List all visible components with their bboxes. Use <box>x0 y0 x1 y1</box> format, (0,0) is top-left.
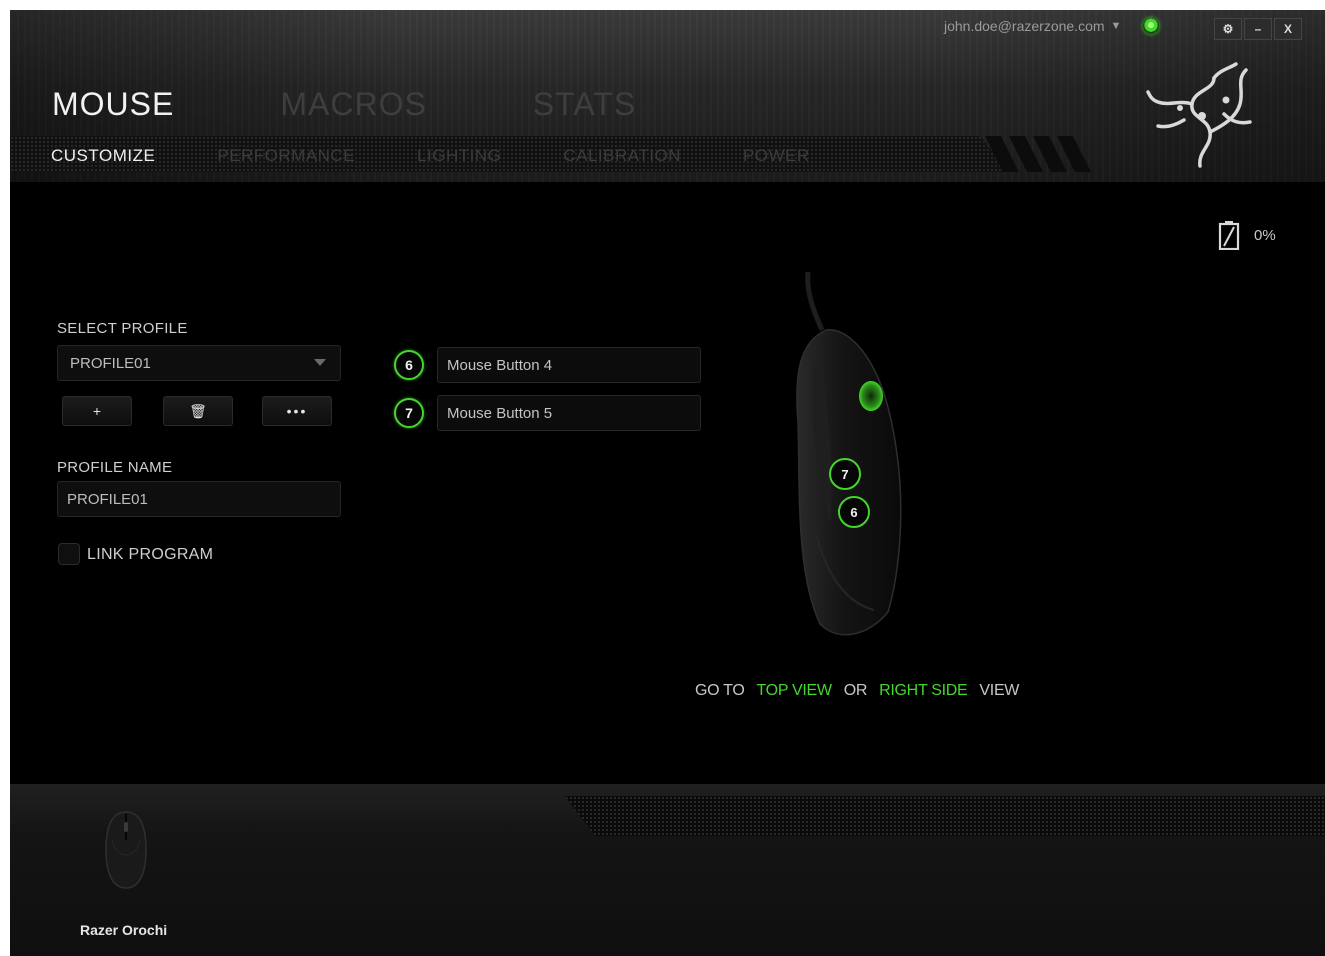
tab-lighting[interactable]: LIGHTING <box>417 146 501 166</box>
sub-tabs: CUSTOMIZE PERFORMANCE LIGHTING CALIBRATI… <box>51 146 872 166</box>
mouse-side-view-image: 7 6 <box>796 272 902 636</box>
right-side-link[interactable]: RIGHT SIDE <box>879 682 968 700</box>
profile-dropdown-value: PROFILE01 <box>70 354 151 372</box>
button-6-assignment[interactable]: Mouse Button 4 <box>437 347 701 383</box>
button-6-marker[interactable]: 6 <box>850 505 857 520</box>
or-label: OR <box>843 682 868 699</box>
tab-power[interactable]: POWER <box>743 146 810 166</box>
tab-customize[interactable]: CUSTOMIZE <box>51 146 155 166</box>
tab-performance[interactable]: PERFORMANCE <box>217 146 355 166</box>
link-program-checkbox[interactable] <box>58 543 80 565</box>
window-controls: ⚙ – X <box>1214 18 1302 40</box>
synapse-window: john.doe@razerzone.com ▼ ⚙ – X MOUSE MAC… <box>10 10 1325 956</box>
tab-stats[interactable]: STATS <box>533 86 636 123</box>
tab-calibration[interactable]: CALIBRATION <box>563 146 681 166</box>
more-options-button[interactable]: ••• <box>262 396 332 426</box>
close-button[interactable]: X <box>1274 18 1302 40</box>
chevron-down-icon <box>314 359 326 366</box>
button-6-badge[interactable]: 6 <box>394 350 424 380</box>
top-view-link[interactable]: TOP VIEW <box>756 682 832 700</box>
account-email[interactable]: john.doe@razerzone.com <box>944 18 1105 34</box>
battery-level: 0% <box>1254 226 1276 244</box>
settings-button[interactable]: ⚙ <box>1214 18 1242 40</box>
profile-name-label: PROFILE NAME <box>57 459 173 476</box>
button-7-marker[interactable]: 7 <box>841 467 848 482</box>
tab-mouse[interactable]: MOUSE <box>52 86 174 123</box>
view-label: VIEW <box>979 682 1020 699</box>
select-profile-label: SELECT PROFILE <box>57 320 188 337</box>
minimize-button[interactable]: – <box>1244 18 1272 40</box>
account-menu[interactable]: john.doe@razerzone.com ▼ <box>944 18 1160 34</box>
decorative-stripes <box>985 136 1091 172</box>
battery-empty-icon <box>1218 221 1240 250</box>
delete-profile-button[interactable]: 🗑 <box>163 396 233 426</box>
button-7-assignment[interactable]: Mouse Button 5 <box>437 395 701 431</box>
profile-dropdown[interactable]: PROFILE01 <box>57 345 341 381</box>
add-profile-button[interactable]: + <box>62 396 132 426</box>
footer-band <box>565 796 1325 836</box>
view-switcher: GO TO TOP VIEW OR RIGHT SIDE VIEW <box>695 682 1019 700</box>
goto-label: GO TO <box>695 682 745 699</box>
chevron-down-icon[interactable]: ▼ <box>1111 20 1122 32</box>
device-thumbnail[interactable] <box>102 810 150 890</box>
device-name[interactable]: Razer Orochi <box>80 922 167 938</box>
online-status-icon <box>1143 18 1160 34</box>
tab-macros[interactable]: MACROS <box>280 86 426 123</box>
razer-logo-icon <box>1146 62 1252 168</box>
button-7-badge[interactable]: 7 <box>394 398 424 428</box>
profile-name-input[interactable]: PROFILE01 <box>57 481 341 517</box>
battery-indicator: 0% <box>1218 220 1276 250</box>
main-tabs: MOUSE MACROS STATS <box>52 86 742 123</box>
link-program-label: LINK PROGRAM <box>87 546 214 563</box>
